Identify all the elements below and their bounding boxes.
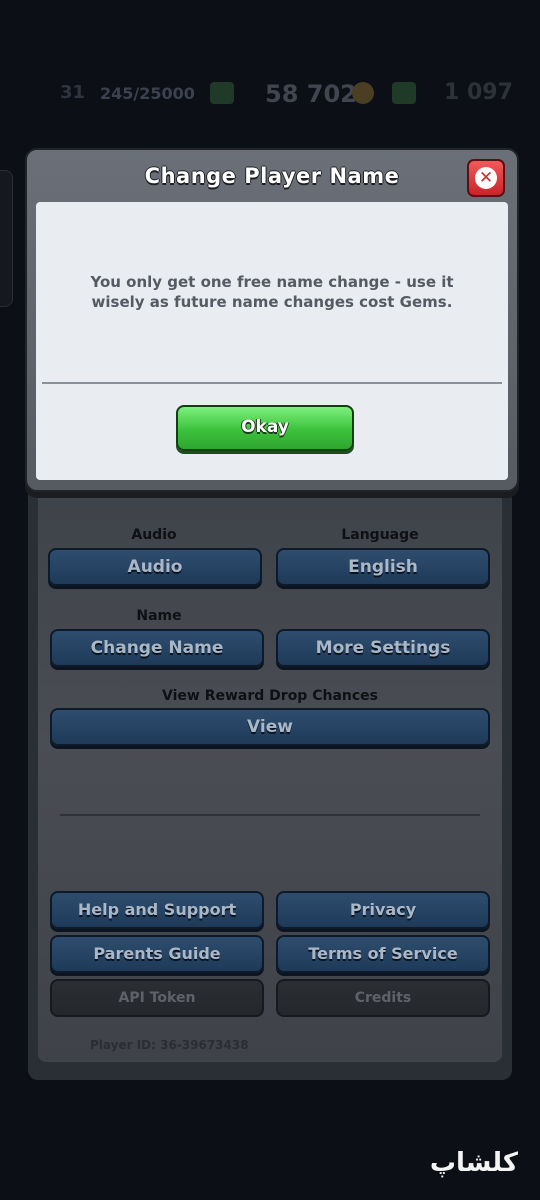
dialog-divider xyxy=(42,382,502,384)
settings-panel: Audio Audio Language English Name Change… xyxy=(28,470,512,1080)
player-id: Player ID: 36-39673438 xyxy=(90,1038,249,1052)
view-rewards-button[interactable]: View xyxy=(50,708,490,746)
gem-icon xyxy=(392,82,416,104)
gem-count: 1 097 xyxy=(444,80,513,105)
language-label: Language xyxy=(341,527,419,543)
dialog-body: You only get one free name change - use … xyxy=(36,202,508,480)
reward-label: View Reward Drop Chances xyxy=(162,688,378,704)
language-button[interactable]: English xyxy=(276,548,490,586)
api-token-button[interactable]: API Token xyxy=(50,979,264,1017)
change-name-dialog: Change Player Name ✕ You only get one fr… xyxy=(25,148,519,492)
credits-button[interactable]: Credits xyxy=(276,979,490,1017)
privacy-button[interactable]: Privacy xyxy=(276,891,490,929)
okay-button[interactable]: Okay xyxy=(176,405,354,451)
gold-coin-icon xyxy=(352,82,374,104)
side-tab xyxy=(0,170,13,307)
trophy-progress: 245/25000 xyxy=(100,84,195,103)
terms-of-service-button[interactable]: Terms of Service xyxy=(276,935,490,973)
dialog-message: You only get one free name change - use … xyxy=(90,273,454,311)
audio-label: Audio xyxy=(131,527,177,543)
parents-guide-button[interactable]: Parents Guide xyxy=(50,935,264,973)
gold-count: 58 702 xyxy=(265,80,357,108)
change-name-button[interactable]: Change Name xyxy=(50,629,264,667)
trophy-count: 31 xyxy=(60,82,86,103)
close-button[interactable]: ✕ xyxy=(467,159,505,197)
background-hud: 31 245/25000 58 702 1 097 xyxy=(0,70,540,120)
settings-content: Audio Audio Language English Name Change… xyxy=(38,480,502,1062)
help-support-button[interactable]: Help and Support xyxy=(50,891,264,929)
section-divider xyxy=(60,814,480,816)
close-icon: ✕ xyxy=(475,167,497,189)
chest-icon xyxy=(210,82,234,104)
name-label: Name xyxy=(136,608,182,624)
more-settings-button[interactable]: More Settings xyxy=(276,629,490,667)
audio-button[interactable]: Audio xyxy=(48,548,262,586)
watermark-text: کلشاپ xyxy=(429,1148,518,1178)
dialog-title: Change Player Name xyxy=(144,164,400,188)
